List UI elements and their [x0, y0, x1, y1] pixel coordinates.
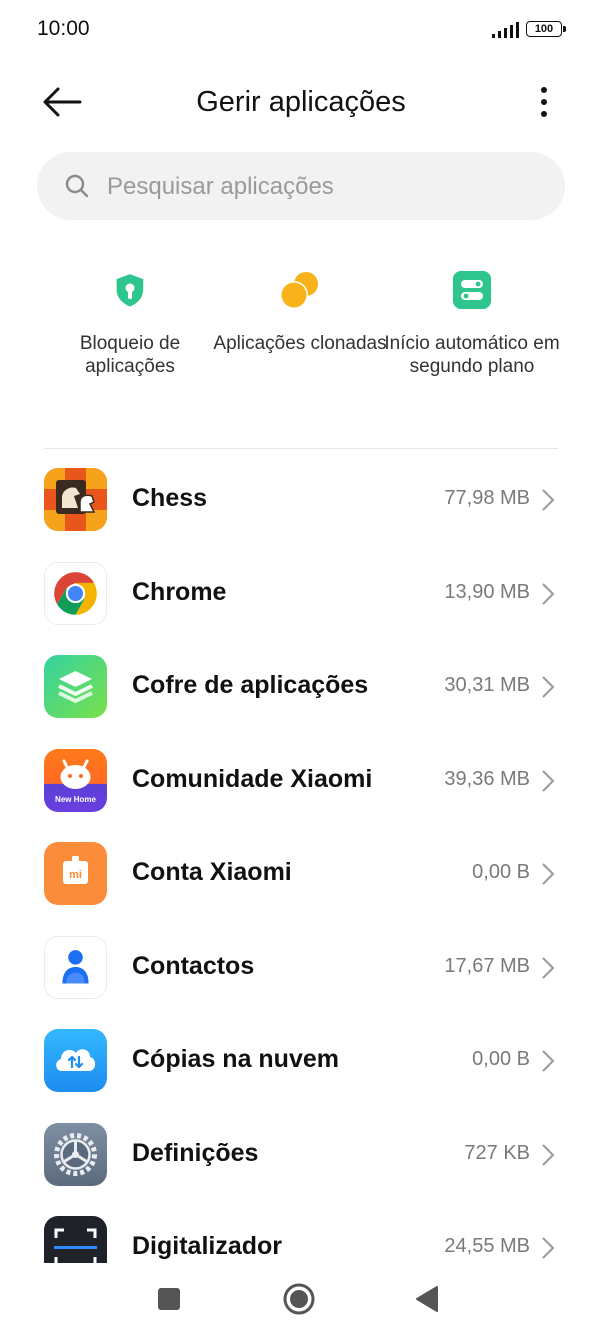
app-row-chrome[interactable]: Chrome 13,90 MB [0, 547, 602, 641]
app-name: Cofre de aplicações [132, 671, 369, 699]
chrome-icon [44, 561, 107, 625]
battery-level: 100 [534, 23, 554, 35]
clone-circles-icon [280, 272, 318, 309]
section-divider [44, 448, 558, 449]
signal-icon [492, 22, 519, 38]
app-size: 13,90 MB [444, 580, 530, 603]
app-vault-icon [44, 655, 107, 718]
search-input[interactable] [105, 152, 549, 222]
app-list[interactable]: Chess 77,98 MB Chrome 13,90 MB Cofre de … [0, 453, 602, 1263]
app-size: 0,00 B [472, 861, 530, 883]
new-home-badge: New Home [55, 794, 96, 804]
app-row-cloud-backup[interactable]: Cópias na nuvem 0,00 B [0, 1014, 602, 1108]
cloned-apps-shortcut[interactable]: Aplicações clonadas [210, 266, 390, 355]
app-row-settings[interactable]: Definições 727 KB [0, 1108, 602, 1202]
app-name: Conta Xiaomi [132, 858, 292, 886]
app-size: 0,00 B [472, 1048, 530, 1070]
chevron-right-icon [542, 676, 555, 698]
app-row-chess[interactable]: Chess 77,98 MB [0, 453, 602, 547]
chevron-right-icon [542, 863, 555, 885]
app-row-xiaomi-community[interactable]: New Home Comunidade Xiaomi 39,36 MB [0, 734, 602, 828]
app-lock-shortcut[interactable]: Bloqueio de aplicações [40, 266, 220, 378]
home-circle-icon[interactable] [282, 1282, 316, 1316]
app-size: 77,98 MB [444, 487, 530, 509]
recents-square-icon[interactable] [157, 1287, 181, 1311]
search-icon [65, 174, 89, 198]
app-name: Comunidade Xiaomi [132, 764, 373, 793]
app-row-app-vault[interactable]: Cofre de aplicações 30,31 MB [0, 640, 602, 734]
app-name: Cópias na nuvem [132, 1045, 339, 1073]
app-row-xiaomi-account[interactable]: mi Conta Xiaomi 0,00 B [0, 827, 602, 921]
more-options-icon[interactable] [532, 84, 556, 120]
chess-icon [44, 468, 107, 531]
status-bar: 10:00 100 [0, 0, 602, 60]
cloned-apps-label: Aplicações clonadas [213, 333, 387, 354]
search-bar[interactable] [37, 152, 565, 222]
battery-icon: 100 [526, 21, 566, 37]
app-name: Digitalizador [132, 1232, 283, 1260]
app-size: 39,36 MB [444, 767, 530, 790]
xiaomi-community-icon: New Home [44, 748, 107, 812]
shield-lock-icon [116, 274, 144, 307]
chevron-right-icon [542, 956, 555, 979]
app-name: Contactos [132, 951, 255, 980]
app-name: Chrome [132, 577, 227, 606]
chevron-right-icon [542, 1237, 555, 1259]
app-name: Chess [132, 484, 208, 512]
autostart-label: Início automático em segundo plano [384, 333, 560, 377]
contacts-icon [44, 935, 107, 999]
cloud-backup-icon [44, 1029, 107, 1092]
chevron-right-icon [542, 769, 555, 792]
settings-icon [44, 1122, 107, 1186]
chevron-right-icon [542, 582, 555, 605]
app-row-contacts[interactable]: Contactos 17,67 MB [0, 921, 602, 1015]
back-triangle-icon[interactable] [415, 1285, 439, 1313]
svg-text:mi: mi [69, 869, 82, 881]
status-time: 10:00 [37, 17, 90, 40]
chevron-right-icon [542, 1050, 555, 1072]
page-title: Gerir aplicações [196, 86, 406, 118]
autostart-shortcut[interactable]: Início automático em segundo plano [382, 266, 562, 378]
app-name: Definições [132, 1138, 259, 1167]
xiaomi-account-icon: mi [44, 842, 107, 905]
scanner-icon [44, 1216, 107, 1263]
toggle-switches-icon [453, 271, 491, 309]
app-lock-label: Bloqueio de aplicações [79, 333, 181, 377]
chevron-right-icon [542, 1143, 555, 1166]
app-size: 17,67 MB [444, 954, 530, 977]
app-size: 24,55 MB [444, 1235, 530, 1257]
app-size: 30,31 MB [444, 674, 530, 696]
system-nav-bar [0, 1263, 602, 1337]
app-size: 727 KB [464, 1141, 530, 1164]
app-row-scanner[interactable]: Digitalizador 24,55 MB [0, 1201, 602, 1263]
chevron-right-icon [542, 489, 555, 511]
